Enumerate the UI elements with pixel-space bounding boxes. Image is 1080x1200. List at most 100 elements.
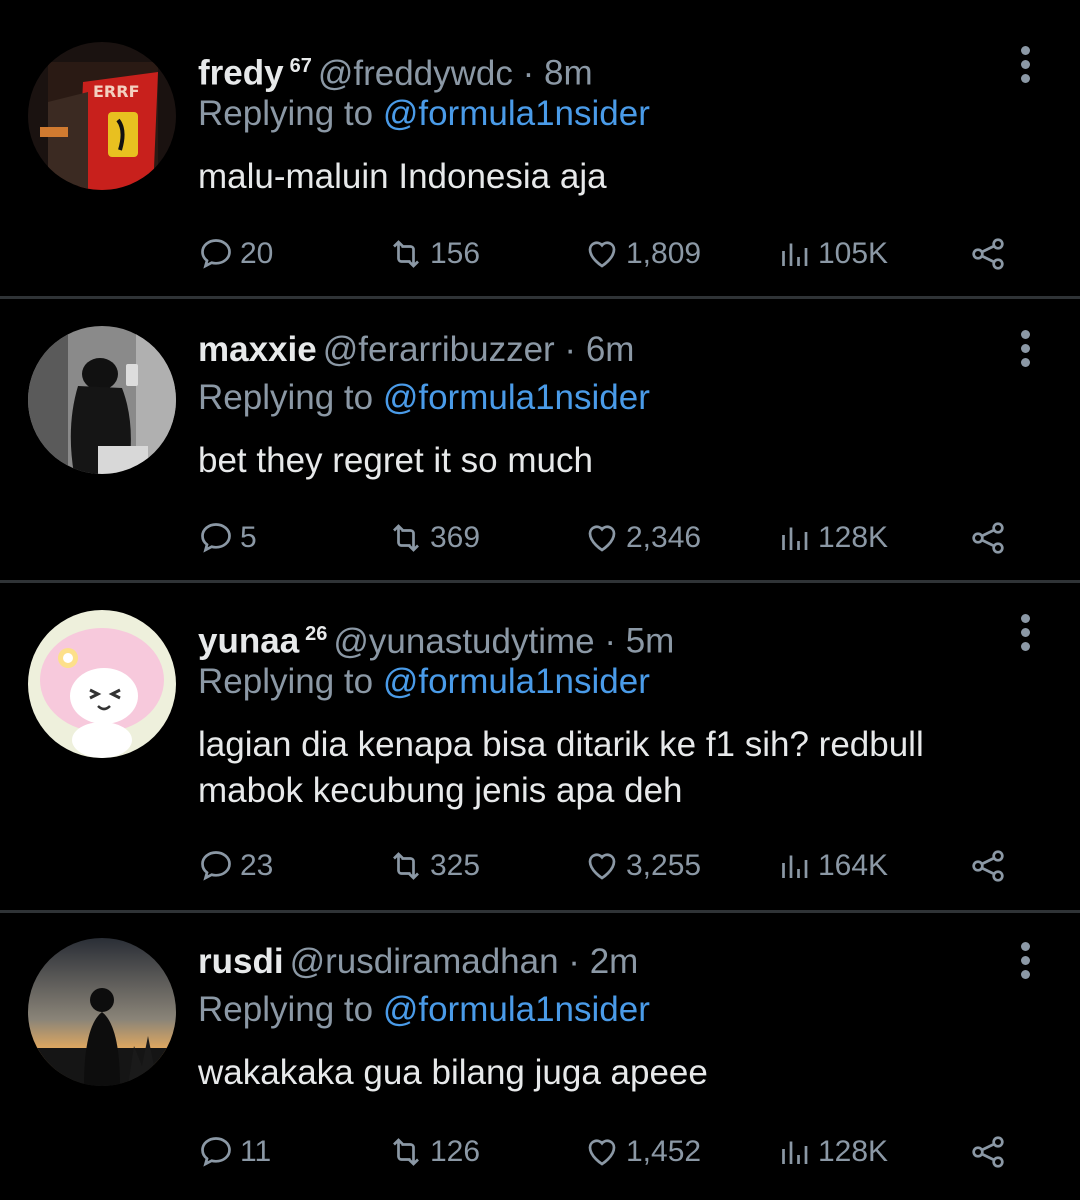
action-bar: 23 325 3,255 164K	[198, 842, 1038, 890]
reply-count: 23	[240, 849, 274, 882]
follower-badge: 67	[289, 55, 312, 77]
like-count: 1,809	[626, 237, 702, 270]
retweet-icon	[393, 524, 419, 552]
share-icon	[972, 1136, 1004, 1168]
reply-count: 5	[240, 521, 257, 554]
heart-icon	[588, 1139, 616, 1166]
share-button[interactable]	[968, 842, 1008, 890]
reply-button[interactable]: 11	[198, 1128, 271, 1176]
reply-item[interactable]: ERRF fredy 67 @freddywdc · 8m Replying to …	[0, 42, 1080, 292]
heart-icon	[588, 525, 616, 552]
retweet-count: 369	[430, 521, 481, 554]
retweet-count: 126	[430, 1135, 481, 1168]
reply-count: 11	[240, 1135, 272, 1168]
separator-dot: ·	[558, 942, 590, 981]
divider	[0, 580, 1080, 583]
user-handle[interactable]: @yunastudytime	[333, 622, 594, 661]
timestamp[interactable]: 8m	[544, 54, 593, 93]
user-handle[interactable]: @ferarribuzzer	[323, 330, 555, 369]
replying-prefix: Replying to	[198, 990, 383, 1029]
replying-prefix: Replying to	[198, 378, 383, 417]
reply-text: wakakaka gua bilang juga apeee	[198, 1053, 708, 1092]
reply-header: maxxie @ferarribuzzer · 6m	[198, 328, 634, 372]
replying-prefix: Replying to	[198, 662, 383, 701]
divider	[0, 910, 1080, 913]
timestamp[interactable]: 2m	[590, 942, 639, 981]
mention-link[interactable]: @formula1nsider	[383, 662, 650, 701]
replying-to: Replying to @formula1nsider	[198, 92, 650, 136]
timestamp[interactable]: 6m	[586, 330, 635, 369]
share-icon	[972, 522, 1004, 554]
svg-text:ERRF: ERRF	[93, 82, 140, 101]
reply-button[interactable]: 20	[198, 230, 273, 278]
retweet-button[interactable]: 126	[388, 1128, 480, 1176]
more-vertical-icon[interactable]	[1018, 46, 1032, 86]
reply-text: lagian dia kenapa bisa ditarik ke f1 sih…	[198, 725, 924, 810]
views-count: 128K	[818, 521, 889, 554]
heart-icon	[588, 241, 616, 268]
share-icon	[972, 850, 1004, 882]
heart-icon	[588, 853, 616, 880]
avatar[interactable]	[28, 326, 176, 474]
like-count: 1,452	[626, 1135, 702, 1168]
views-count: 105K	[818, 237, 889, 270]
views-count: 164K	[818, 849, 889, 882]
like-button[interactable]: 1,809	[584, 230, 701, 278]
views-button[interactable]: 128K	[776, 514, 888, 562]
retweet-button[interactable]: 369	[388, 514, 480, 562]
like-button[interactable]: 3,255	[584, 842, 701, 890]
user-handle[interactable]: @rusdiramadhan	[290, 942, 559, 981]
share-button[interactable]	[968, 1128, 1008, 1176]
retweet-icon	[393, 852, 419, 880]
separator-dot: ·	[554, 330, 586, 369]
display-name[interactable]: maxxie	[198, 330, 317, 369]
action-bar: 20 156 1,809 105K	[198, 230, 1038, 278]
like-button[interactable]: 1,452	[584, 1128, 701, 1176]
display-name[interactable]: rusdi	[198, 942, 284, 981]
user-handle[interactable]: @freddywdc	[318, 54, 513, 93]
retweet-button[interactable]: 156	[388, 230, 480, 278]
views-count: 128K	[818, 1135, 889, 1168]
avatar[interactable]	[28, 610, 176, 758]
views-button[interactable]: 105K	[776, 230, 888, 278]
action-bar: 11 126 1,452 128K	[198, 1128, 1038, 1176]
bar-chart-icon	[782, 243, 808, 266]
timestamp[interactable]: 5m	[626, 622, 675, 661]
display-name[interactable]: fredy	[198, 54, 284, 93]
speech-bubble-icon	[201, 523, 231, 553]
share-button[interactable]	[968, 230, 1008, 278]
speech-bubble-icon	[201, 239, 231, 269]
reply-item[interactable]: yunaa 26 @yunastudytime · 5m Replying to @…	[0, 610, 1080, 906]
display-name[interactable]: yunaa	[198, 622, 299, 661]
reply-item[interactable]: maxxie @ferarribuzzer · 6m Replying to @f…	[0, 326, 1080, 576]
mention-link[interactable]: @formula1nsider	[383, 378, 650, 417]
reply-button[interactable]: 5	[198, 514, 257, 562]
views-button[interactable]: 164K	[776, 842, 888, 890]
mention-link[interactable]: @formula1nsider	[383, 94, 650, 133]
more-vertical-icon[interactable]	[1018, 614, 1032, 654]
views-button[interactable]: 128K	[776, 1128, 888, 1176]
share-button[interactable]	[968, 514, 1008, 562]
reply-text: malu-maluin Indonesia aja	[198, 157, 607, 196]
replying-to: Replying to @formula1nsider	[198, 988, 650, 1032]
more-vertical-icon[interactable]	[1018, 942, 1032, 982]
follower-badge: 26	[305, 623, 328, 645]
replying-prefix: Replying to	[198, 94, 383, 133]
share-icon	[972, 238, 1004, 270]
avatar[interactable]	[28, 938, 176, 1086]
divider	[0, 296, 1080, 299]
avatar[interactable]: ERRF	[28, 42, 176, 190]
reply-item[interactable]: rusdi @rusdiramadhan · 2m Replying to @fo…	[0, 938, 1080, 1188]
like-button[interactable]: 2,346	[584, 514, 701, 562]
replying-to: Replying to @formula1nsider	[198, 376, 650, 420]
reply-button[interactable]: 23	[198, 842, 273, 890]
like-count: 3,255	[626, 849, 702, 882]
mention-link[interactable]: @formula1nsider	[383, 990, 650, 1029]
reply-header: fredy 67 @freddywdc · 8m	[198, 44, 593, 96]
bar-chart-icon	[782, 1141, 808, 1164]
speech-bubble-icon	[201, 851, 231, 881]
more-vertical-icon[interactable]	[1018, 330, 1032, 370]
reply-header: rusdi @rusdiramadhan · 2m	[198, 940, 638, 984]
retweet-button[interactable]: 325	[388, 842, 480, 890]
action-bar: 5 369 2,346 128K	[198, 514, 1038, 562]
